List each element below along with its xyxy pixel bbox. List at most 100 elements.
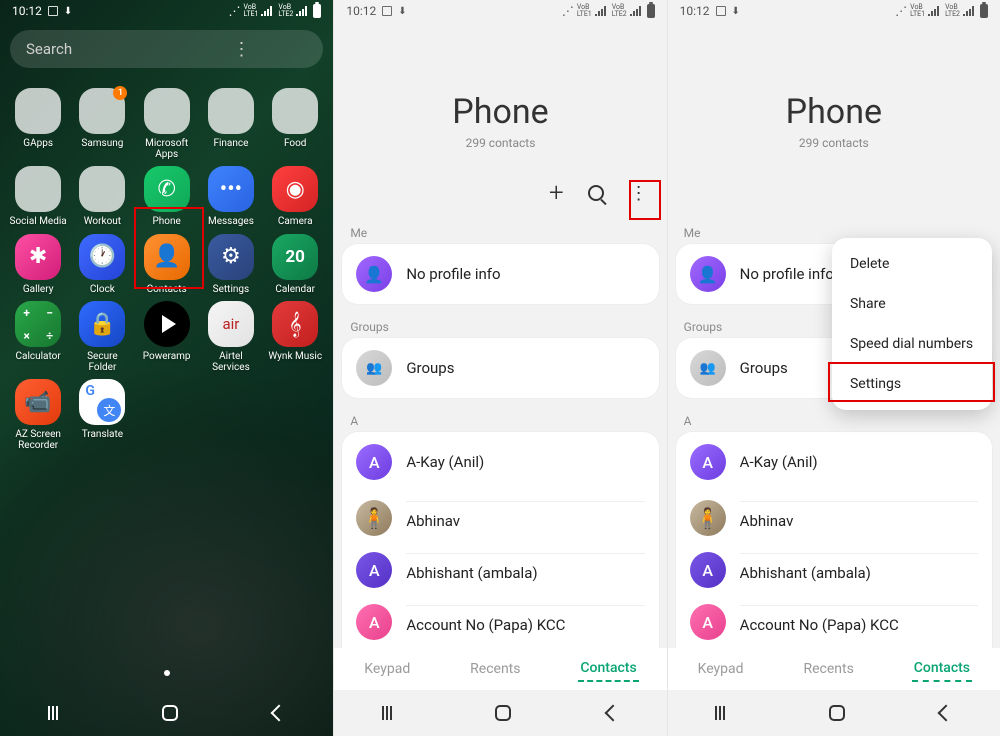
tab-recents[interactable]: Recents: [468, 657, 522, 681]
search-button[interactable]: [588, 185, 604, 201]
app-icon: 🕐: [79, 234, 125, 280]
contact-name: Abhishant (ambala): [406, 553, 644, 588]
contact-avatar-icon: 🧍: [356, 500, 392, 536]
menu-share[interactable]: Share: [832, 284, 992, 324]
app-translate[interactable]: Translate: [70, 379, 134, 451]
contact-row[interactable]: A A-Kay (Anil): [342, 432, 658, 492]
tab-recents[interactable]: Recents: [801, 657, 855, 681]
app-secure-folder[interactable]: 🔒Secure Folder: [70, 301, 134, 373]
app-label: Camera: [278, 217, 313, 228]
contact-row[interactable]: A Abhishant (ambala): [342, 544, 658, 596]
tab-contacts[interactable]: Contacts: [912, 656, 972, 682]
tab-contacts[interactable]: Contacts: [578, 656, 638, 682]
status-screenshot-icon: [716, 6, 726, 16]
status-download-icon: ⬇: [732, 6, 740, 17]
app-camera[interactable]: ◉Camera: [263, 166, 327, 228]
nav-recents-button[interactable]: [48, 706, 66, 720]
app-calendar[interactable]: 20Calendar: [263, 234, 327, 296]
home-search-bar[interactable]: Search ⋮: [10, 30, 323, 68]
menu-delete[interactable]: Delete: [832, 244, 992, 284]
nav-back-button[interactable]: [938, 705, 955, 722]
action-bar: + ⋮: [334, 180, 666, 220]
app-icon: 20: [272, 234, 318, 280]
groups-avatar-icon: 👥: [356, 350, 392, 386]
status-bar: 10:12 ⬇ ⋰ VoBLTE1 VoBLTE2: [668, 0, 1000, 22]
battery-icon: [313, 4, 321, 18]
status-download-icon: ⬇: [398, 6, 406, 17]
lte2-icon: VoBLTE2: [945, 4, 960, 18]
app-messages[interactable]: •••Messages: [199, 166, 263, 228]
nav-home-button[interactable]: [162, 705, 178, 721]
app-workout[interactable]: Workout: [70, 166, 134, 228]
search-placeholder: Search: [26, 40, 170, 58]
index-a-label: A: [668, 408, 1000, 432]
app-finance[interactable]: Finance: [199, 88, 263, 160]
more-menu-button[interactable]: ⋮: [628, 183, 649, 204]
phone-header: Phone 299 contacts: [668, 22, 1000, 180]
me-card[interactable]: 👤 No profile info: [342, 244, 658, 304]
app-az-screen-recorder[interactable]: 📹AZ Screen Recorder: [6, 379, 70, 451]
page-indicator: [164, 670, 170, 676]
menu-settings[interactable]: Settings: [832, 364, 992, 404]
lte2-icon: VoBLTE2: [278, 4, 293, 18]
app-gallery[interactable]: ✱Gallery: [6, 234, 70, 296]
groups-card[interactable]: 👥 Groups: [342, 338, 658, 398]
app-label: Gallery: [23, 285, 54, 296]
contact-row[interactable]: AAccount No (Papa) KCC: [342, 596, 658, 648]
app-contacts[interactable]: 👤Contacts: [135, 234, 199, 296]
app-wynk-music[interactable]: 𝄞 Wynk Music: [263, 301, 327, 373]
contact-name: A-Kay (Anil): [406, 453, 644, 471]
signal1-icon: [928, 6, 942, 16]
app-phone[interactable]: ✆Phone: [135, 166, 199, 228]
app-settings[interactable]: ⚙Settings: [199, 234, 263, 296]
app-icon: ✆: [144, 166, 190, 212]
app-microsoft-apps[interactable]: Microsoft Apps: [135, 88, 199, 160]
nav-back-button[interactable]: [271, 705, 288, 722]
app-gapps[interactable]: GApps: [6, 88, 70, 160]
app-icon: 𝄞: [272, 301, 318, 347]
nav-recents-button[interactable]: [382, 706, 400, 720]
contact-row[interactable]: 🧍Abhinav: [676, 492, 992, 544]
nav-home-button[interactable]: [495, 705, 511, 721]
nav-home-button[interactable]: [829, 705, 845, 721]
signal2-icon: [296, 6, 310, 16]
lte2-icon: VoBLTE2: [612, 4, 627, 18]
contact-name: Account No (Papa) KCC: [406, 605, 644, 640]
wifi-icon: ⋰: [895, 4, 907, 18]
app-clock[interactable]: 🕐Clock: [70, 234, 134, 296]
contact-row[interactable]: 🧍 Abhinav: [342, 492, 658, 544]
groups-section-label: Groups: [334, 314, 666, 338]
search-more-icon[interactable]: ⋮: [170, 39, 314, 60]
app-poweramp[interactable]: Poweramp: [135, 301, 199, 373]
contact-avatar-icon: A: [356, 552, 392, 588]
app-food[interactable]: Food: [263, 88, 327, 160]
nav-recents-button[interactable]: [715, 706, 733, 720]
app-social-media[interactable]: Social Media: [6, 166, 70, 228]
app-label: Translate: [82, 430, 123, 441]
app-label: Wynk Music: [268, 352, 322, 363]
nav-back-button[interactable]: [604, 705, 621, 722]
app-label: Food: [284, 139, 306, 150]
folder-icon: [272, 88, 318, 134]
tab-keypad[interactable]: Keypad: [362, 657, 412, 681]
home-screen: 10:12 ⬇ ⋰ VoBLTE1 VoBLTE2 Search ⋮ GApps…: [0, 0, 333, 736]
app-label: Social Media: [10, 217, 67, 228]
me-text: No profile info: [406, 265, 644, 283]
tab-keypad[interactable]: Keypad: [696, 657, 746, 681]
status-time: 10:12: [346, 4, 376, 18]
add-contact-button[interactable]: +: [549, 178, 564, 208]
phone-app-screen: 10:12 ⬇ ⋰ VoBLTE1 VoBLTE2 Phone 299 cont…: [333, 0, 666, 736]
contact-row[interactable]: AAbhishant (ambala): [676, 544, 992, 596]
app-airtel-services[interactable]: airAirtel Services: [199, 301, 263, 373]
contact-avatar-icon: A: [356, 444, 392, 480]
app-calculator[interactable]: +−×÷Calculator: [6, 301, 70, 373]
status-download-icon: ⬇: [64, 6, 72, 17]
status-icons: ⋰ VoBLTE1 VoBLTE2: [895, 4, 988, 18]
contact-row[interactable]: AA-Kay (Anil): [676, 432, 992, 492]
contact-row[interactable]: AAccount No (Papa) KCC: [676, 596, 992, 648]
contact-name: Abhinav: [406, 501, 644, 536]
menu-speed-dial[interactable]: Speed dial numbers: [832, 324, 992, 364]
app-samsung[interactable]: 1Samsung: [70, 88, 134, 160]
me-avatar-icon: 👤: [690, 256, 726, 292]
nav-bar: [0, 690, 333, 736]
